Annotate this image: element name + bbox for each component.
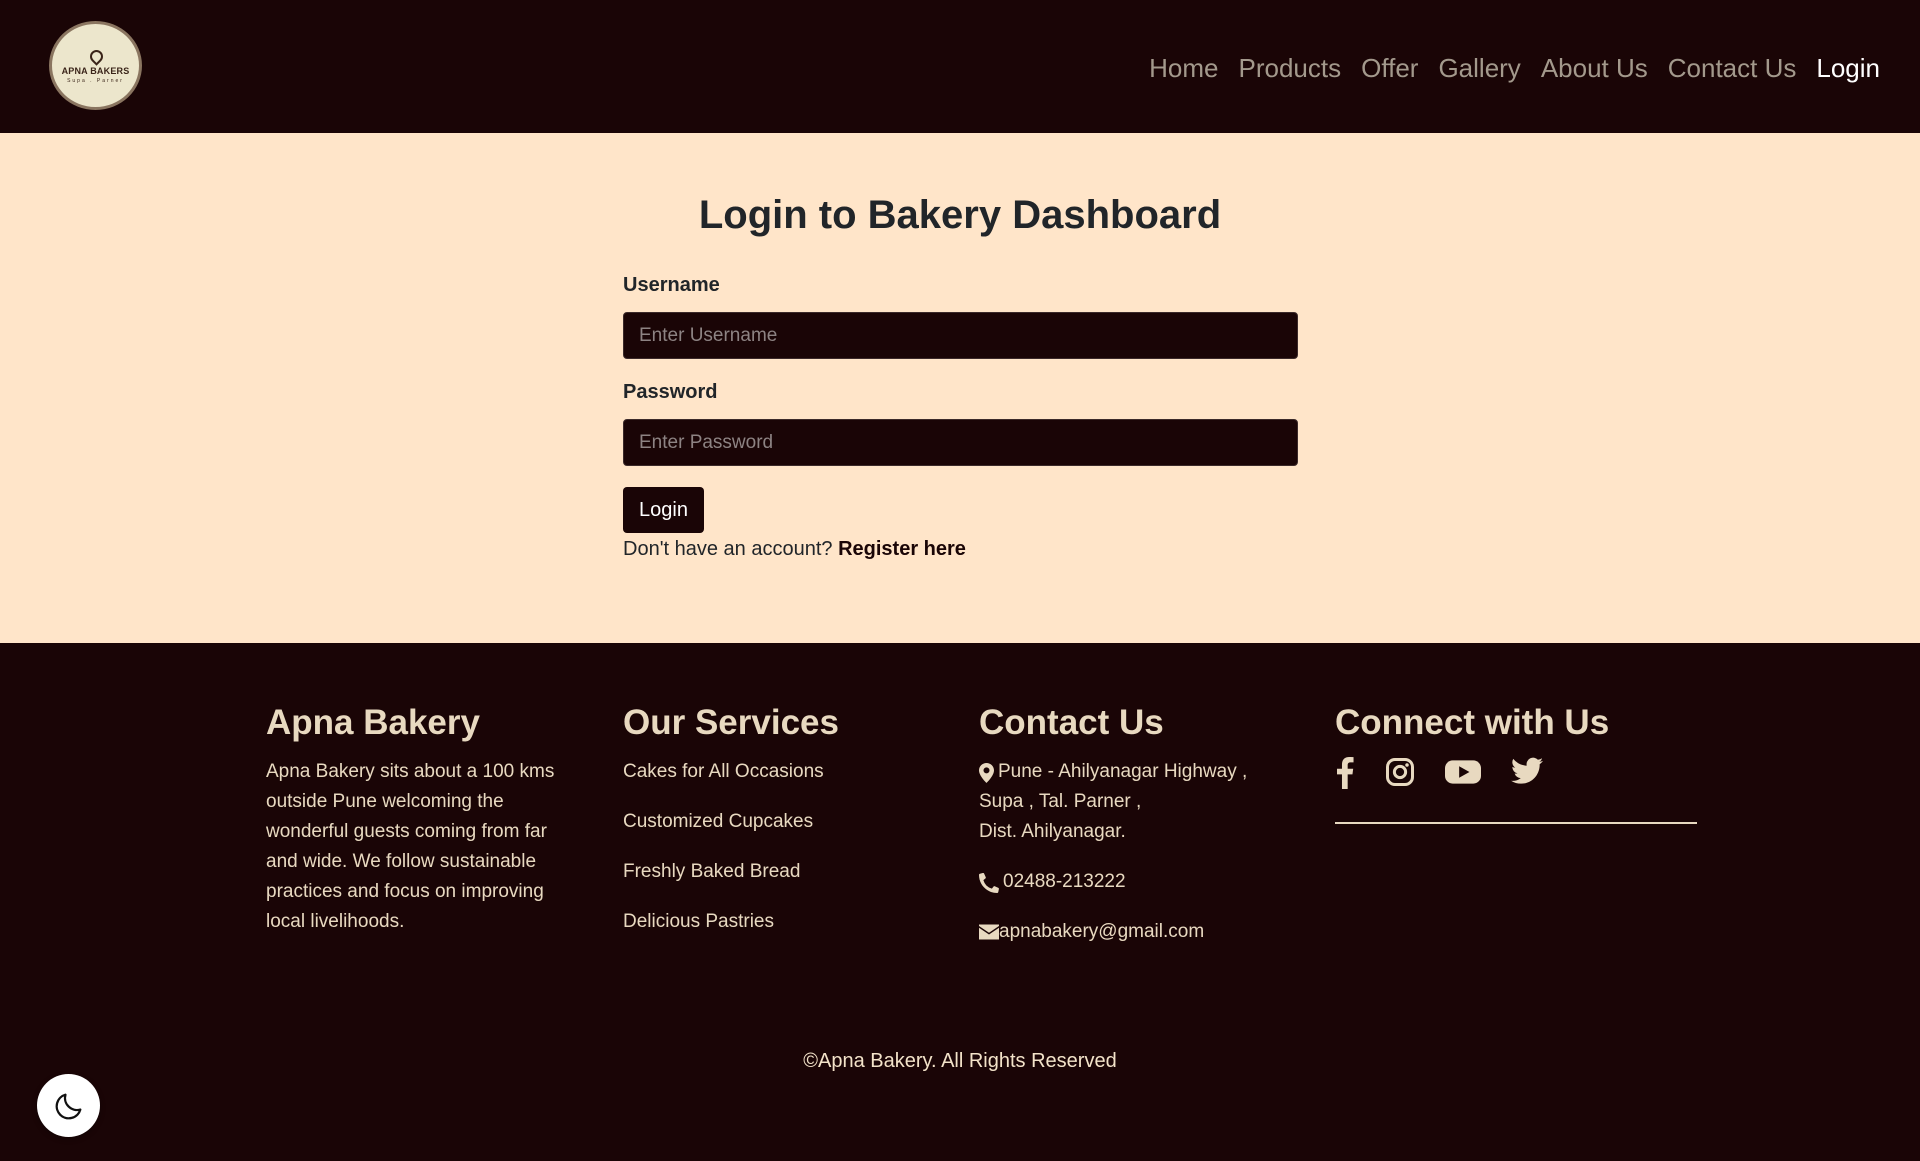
nav-offer[interactable]: Offer [1351,50,1428,86]
service-item: Delicious Pastries [623,911,774,932]
register-prompt-text: Don't have an account? [623,538,833,560]
youtube-icon[interactable] [1445,757,1481,794]
map-marker-icon [979,763,994,783]
footer: Apna Bakery Apna Bakery sits about a 100… [0,643,1920,1161]
phone-icon [979,873,999,893]
login-button[interactable]: Login [623,487,704,533]
twitter-icon[interactable] [1511,757,1543,794]
footer-contact: Contact Us Pune - Ahilyanagar Highway , … [979,703,1289,967]
footer-about-text: Apna Bakery sits about a 100 kms outside… [266,761,555,932]
address-line: Dist. Ahilyanagar. [979,821,1126,842]
main-nav: Home Products Offer Gallery About Us Con… [1139,50,1890,86]
username-label: Username [623,274,720,296]
nav-gallery[interactable]: Gallery [1428,50,1530,86]
copyright: ©Apna Bakery. All Rights Reserved [803,1050,1117,1072]
navbar: APNA BAKERS Supa . Parner Home Products … [0,0,1920,133]
footer-about: Apna Bakery Apna Bakery sits about a 100… [266,703,576,937]
envelope-icon [979,924,999,940]
address-line: Supa , Tal. Parner , [979,791,1142,812]
footer-divider [1335,822,1697,824]
moon-icon [55,1093,81,1119]
username-input[interactable] [623,312,1298,359]
contact-phone: 02488-213222 [979,867,1289,897]
contact-address: Pune - Ahilyanagar Highway , Supa , Tal.… [979,757,1289,847]
nav-products[interactable]: Products [1229,50,1352,86]
password-label: Password [623,381,718,403]
phone-number: 02488-213222 [1003,871,1126,892]
logo-subtitle: Supa . Parner [67,78,124,84]
footer-about-heading: Apna Bakery [266,703,480,742]
dark-mode-toggle[interactable] [37,1074,100,1137]
email-address: apnabakery@gmail.com [999,921,1205,942]
footer-contact-heading: Contact Us [979,703,1164,742]
contact-email: apnabakery@gmail.com [979,917,1289,947]
nav-login[interactable]: Login [1806,50,1890,86]
service-item: Cakes for All Occasions [623,761,824,782]
register-prompt: Don't have an account? Register here [623,538,966,561]
instagram-icon[interactable] [1385,757,1415,794]
service-item: Customized Cupcakes [623,811,814,832]
nav-home[interactable]: Home [1139,50,1228,86]
footer-connect: Connect with Us [1335,703,1697,824]
nav-about-us[interactable]: About Us [1531,50,1658,86]
bakery-logo[interactable]: APNA BAKERS Supa . Parner [49,21,142,110]
register-link[interactable]: Register here [838,538,966,560]
login-section: Login to Bakery Dashboard Username Passw… [0,133,1920,643]
password-input[interactable] [623,419,1298,466]
service-item: Freshly Baked Bread [623,861,801,882]
footer-services: Our Services Cakes for All Occasions Cus… [623,703,933,957]
social-links [1335,756,1697,794]
nav-contact-us[interactable]: Contact Us [1658,50,1807,86]
location-pin-icon [87,47,106,66]
footer-connect-heading: Connect with Us [1335,703,1610,742]
page-title: Login to Bakery Dashboard [698,193,1222,237]
facebook-icon[interactable] [1335,756,1355,794]
footer-services-heading: Our Services [623,703,839,742]
logo-brand: APNA BAKERS [61,66,130,76]
address-line: Pune - Ahilyanagar Highway , [998,761,1248,782]
